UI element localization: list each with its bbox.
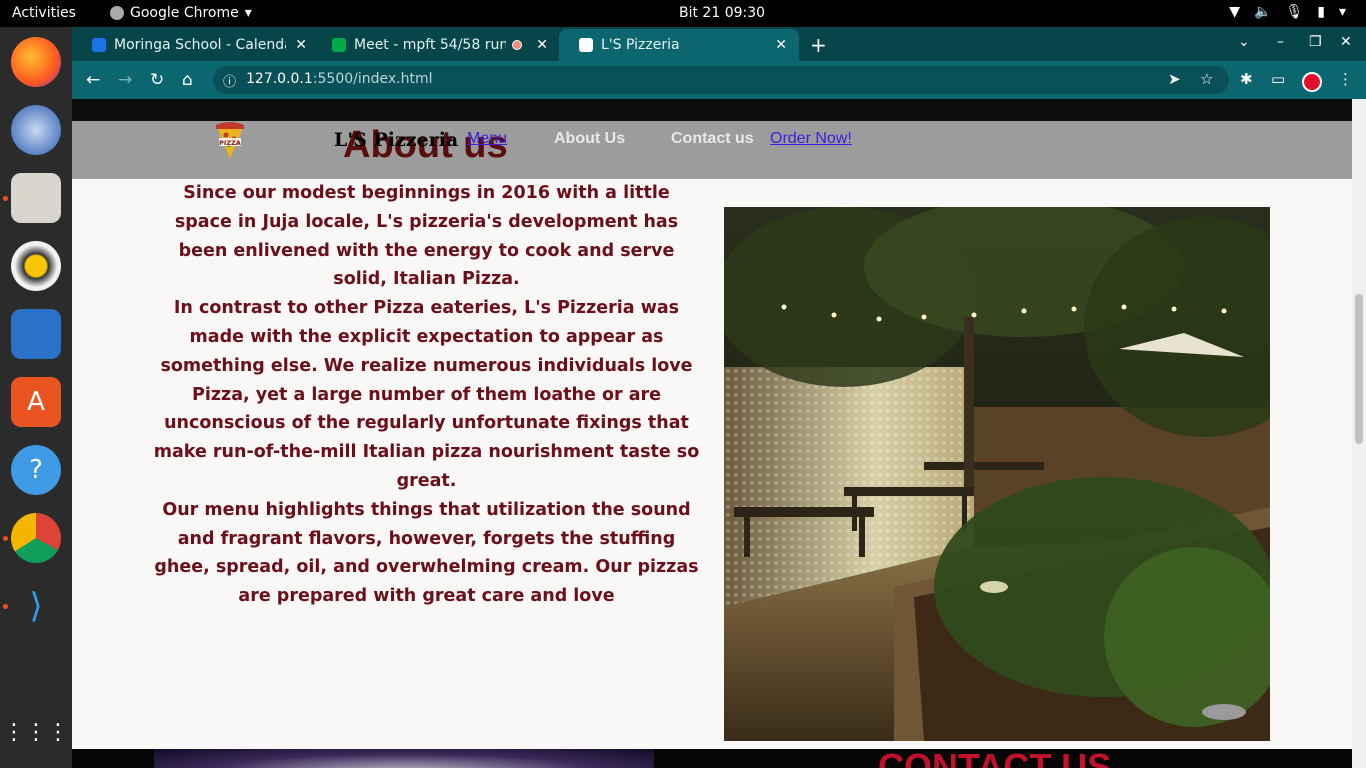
browser-toolbar: ← → ↻ ⌂ ⓘ 127.0.0.1:5500/index.html ➤ ☆ … — [72, 61, 1366, 99]
url-text: 127.0.0.1:5500/index.html — [246, 71, 433, 87]
close-window-icon[interactable]: ✕ — [1340, 34, 1352, 50]
recording-icon — [512, 40, 522, 50]
vscode-icon[interactable]: ⟩ — [11, 581, 61, 631]
caret-down-icon: ▾ — [244, 5, 252, 21]
url-path: :5500/index.html — [312, 71, 433, 87]
tab-search-icon[interactable]: ⌄ — [1238, 34, 1250, 50]
running-indicator — [3, 196, 8, 201]
dock: A ? ⟩ ⋮⋮⋮ — [0, 27, 72, 768]
about-paragraph: In contrast to other Pizza eateries, L's… — [153, 298, 700, 491]
nav-about-link[interactable]: About Us — [554, 130, 625, 148]
address-bar[interactable]: ⓘ 127.0.0.1:5500/index.html ➤ ☆ — [213, 66, 1229, 94]
chrome-icon — [110, 6, 124, 20]
wifi-icon: ▼ — [1229, 4, 1241, 20]
bookmark-star-icon[interactable]: ☆ — [1200, 70, 1213, 88]
logo-text: PIZZA — [219, 139, 241, 147]
contact-section-image — [154, 749, 654, 768]
page-scrollbar[interactable] — [1352, 99, 1366, 768]
firefox-icon[interactable] — [11, 37, 61, 87]
nav-order-link[interactable]: Order Now! — [770, 130, 852, 148]
system-tray[interactable]: ▼ 🔈 🎙 ▮ ▾ — [1229, 4, 1346, 20]
volume-icon: 🔈 — [1254, 4, 1272, 20]
microphone-icon: 🎙 — [1285, 4, 1304, 20]
app-menu-label: Google Chrome — [130, 5, 239, 21]
profile-avatar[interactable] — [1302, 72, 1322, 92]
close-tab-icon[interactable]: ✕ — [775, 37, 787, 53]
tab-moringa[interactable]: Moringa School - Calendar ✕ — [72, 29, 319, 61]
tab-strip: Moringa School - Calendar ✕ Meet - mpft … — [72, 27, 1366, 61]
close-tab-icon[interactable]: ✕ — [536, 37, 548, 53]
running-indicator — [3, 536, 8, 541]
software-center-icon[interactable]: A — [11, 377, 61, 427]
pizzeria-favicon — [579, 38, 593, 52]
site-brand[interactable]: L'S Pizzeria — [334, 129, 458, 151]
site-info-icon[interactable]: ⓘ — [223, 71, 236, 90]
pizza-logo[interactable]: PIZZA — [214, 121, 246, 161]
extensions-icon[interactable]: ✱ — [1240, 70, 1253, 88]
maximize-icon[interactable]: ❐ — [1309, 34, 1322, 50]
nav-menu-link[interactable]: Menu — [467, 130, 507, 148]
home-icon[interactable]: ⌂ — [182, 70, 193, 90]
activities-button[interactable]: Activities — [12, 5, 76, 21]
about-paragraph: Our menu highlights things that utilizat… — [154, 499, 699, 607]
calendar-favicon — [92, 38, 106, 52]
show-applications-icon[interactable]: ⋮⋮⋮ — [3, 707, 69, 757]
previous-section-bottom — [72, 99, 1352, 121]
app-menu[interactable]: Google Chrome ▾ — [110, 5, 252, 21]
url-host: 127.0.0.1 — [246, 71, 313, 87]
chrome-dock-icon[interactable] — [11, 513, 61, 563]
page-viewport: PIZZA About us L'S Pizzeria Menu About U… — [72, 99, 1366, 768]
close-tab-icon[interactable]: ✕ — [295, 37, 307, 53]
tab-meet[interactable]: Meet - mpft 54/58 runt ✕ — [312, 29, 560, 61]
battery-icon: ▮ — [1317, 4, 1325, 20]
forward-icon[interactable]: → — [118, 70, 132, 90]
cast-icon[interactable]: ▭ — [1271, 70, 1285, 88]
clock[interactable]: Bit 21 09:30 — [679, 5, 765, 21]
tab-title: L'S Pizzeria — [601, 37, 680, 53]
about-text: Since our modest beginnings in 2016 with… — [152, 179, 701, 611]
send-icon[interactable]: ➤ — [1168, 70, 1181, 88]
tab-pizzeria[interactable]: L'S Pizzeria ✕ — [559, 29, 799, 61]
meet-favicon — [332, 38, 346, 52]
new-tab-icon[interactable]: + — [810, 33, 827, 57]
system-top-bar: Activities Google Chrome ▾ Bit 21 09:30 … — [0, 0, 1366, 27]
reload-icon[interactable]: ↻ — [150, 70, 164, 90]
chrome-window: Moringa School - Calendar ✕ Meet - mpft … — [72, 27, 1366, 768]
site-navbar: PIZZA About us L'S Pizzeria Menu About U… — [72, 121, 1352, 179]
menu-dots-icon[interactable]: ⋮ — [1338, 70, 1353, 88]
back-icon[interactable]: ← — [86, 70, 100, 90]
rhythmbox-icon[interactable] — [11, 241, 61, 291]
running-indicator — [3, 604, 8, 609]
nav-contact-link[interactable]: Contact us — [671, 130, 754, 148]
tab-title: Meet - mpft 54/58 runt — [354, 37, 506, 53]
contact-heading: CONTACT US — [878, 749, 1111, 768]
power-menu-icon: ▾ — [1338, 4, 1346, 20]
thunderbird-icon[interactable] — [11, 105, 61, 155]
files-icon[interactable] — [11, 173, 61, 223]
about-paragraph: Since our modest beginnings in 2016 with… — [174, 183, 679, 290]
help-icon[interactable]: ? — [11, 445, 61, 495]
libreoffice-writer-icon[interactable] — [11, 309, 61, 359]
restaurant-patio-photo — [724, 207, 1270, 741]
tab-title: Moringa School - Calendar — [114, 37, 286, 53]
minimize-icon[interactable]: – — [1277, 34, 1284, 50]
scrollbar-thumb[interactable] — [1355, 294, 1363, 444]
